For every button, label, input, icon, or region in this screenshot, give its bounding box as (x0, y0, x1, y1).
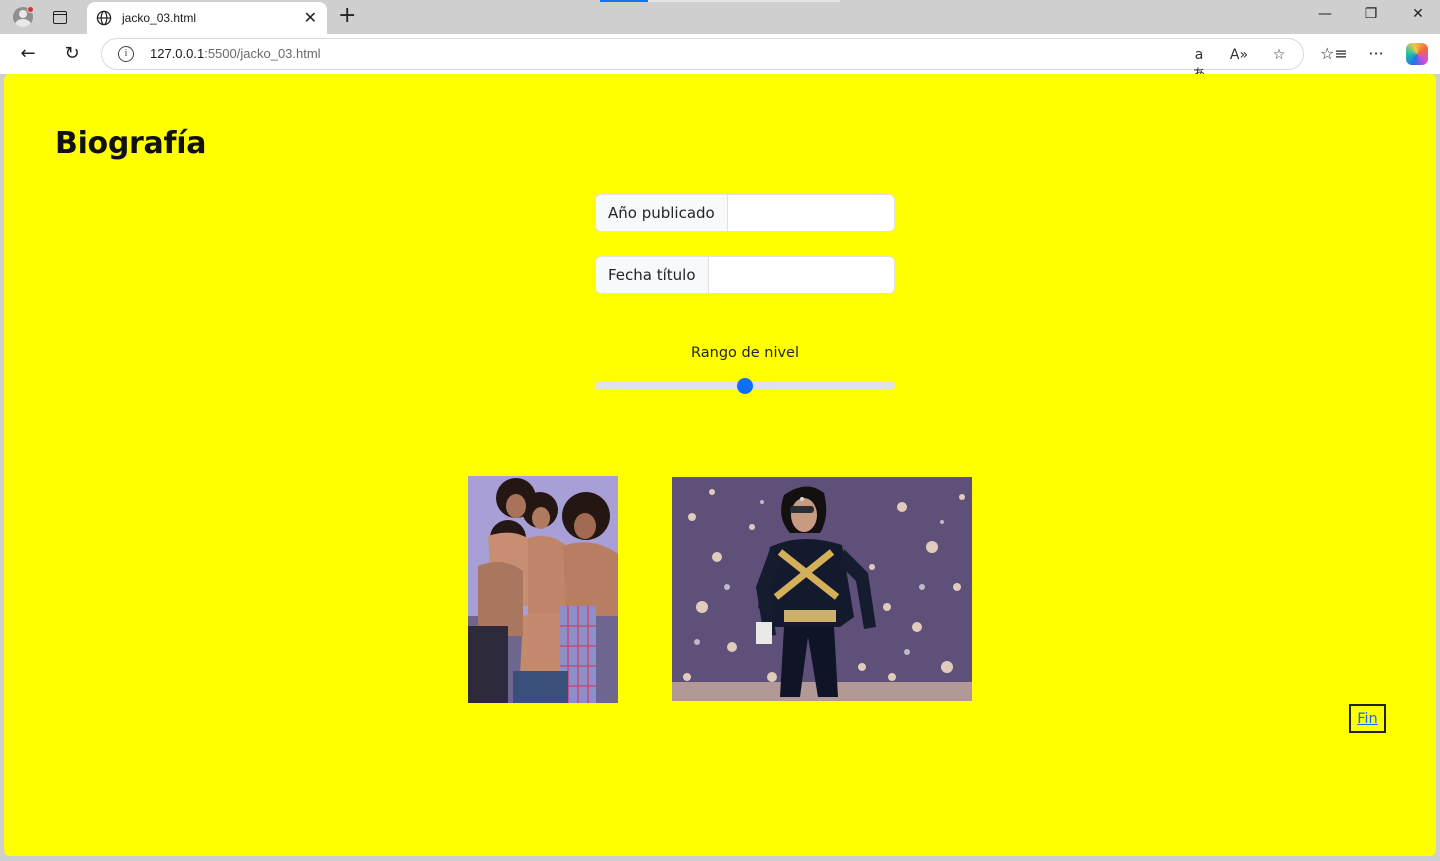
new-tab-icon[interactable]: + (338, 4, 356, 28)
url-path: :5500/jacko_03.html (204, 46, 321, 61)
title-date-label: Fecha título (596, 257, 709, 293)
title-date-input[interactable] (708, 257, 894, 293)
minimize-icon[interactable]: — (1310, 6, 1340, 22)
url-text[interactable]: 127.0.0.1:5500/jacko_03.html (150, 46, 321, 61)
info-icon[interactable]: i (118, 46, 134, 62)
close-icon[interactable]: ✕ (304, 9, 317, 27)
title-date-group: Fecha título (595, 256, 895, 294)
restore-icon[interactable]: ❐ (1356, 6, 1386, 22)
year-published-label: Año publicado (596, 195, 728, 231)
address-bar-row: ← ↻ i 127.0.0.1:5500/jacko_03.html aあ A»… (0, 34, 1440, 83)
more-icon[interactable]: ··· (1364, 44, 1388, 64)
window-close-icon[interactable]: ✕ (1403, 6, 1433, 22)
page-title: Biografía (55, 126, 207, 161)
profile-icon[interactable] (10, 5, 36, 29)
year-published-input[interactable] (727, 195, 894, 231)
address-bar[interactable]: i 127.0.0.1:5500/jacko_03.html aあ A» ☆ (101, 38, 1304, 83)
globe-icon (95, 9, 113, 27)
back-icon[interactable]: ← (15, 42, 41, 66)
level-range-label: Rango de nivel (691, 345, 799, 361)
refresh-icon[interactable]: ↻ (59, 42, 85, 66)
fin-link-box: Fin (1349, 704, 1386, 733)
favorites-icon[interactable]: ☆≡ (1320, 44, 1348, 64)
tab-actions-icon[interactable] (47, 5, 73, 29)
read-aloud-icon[interactable]: A» (1228, 45, 1250, 65)
level-range-thumb[interactable] (737, 378, 753, 394)
fin-link[interactable]: Fin (1357, 711, 1378, 727)
page-viewport: Biografía Año publicado Fecha título Ran… (4, 74, 1436, 856)
tab-title: jacko_03.html (122, 11, 197, 25)
year-published-group: Año publicado (595, 194, 895, 232)
level-range-slider[interactable] (595, 378, 895, 394)
loading-indicator (600, 0, 840, 2)
favorite-star-icon[interactable]: ☆ (1268, 45, 1290, 65)
browser-tab[interactable]: jacko_03.html ✕ (87, 2, 327, 34)
group-portrait-photo (468, 476, 618, 703)
stage-performance-photo (672, 477, 972, 701)
url-host: 127.0.0.1 (150, 46, 205, 61)
browser-tab-strip: jacko_03.html ✕ + — ❐ ✕ (0, 0, 1440, 34)
copilot-icon[interactable] (1406, 43, 1428, 65)
